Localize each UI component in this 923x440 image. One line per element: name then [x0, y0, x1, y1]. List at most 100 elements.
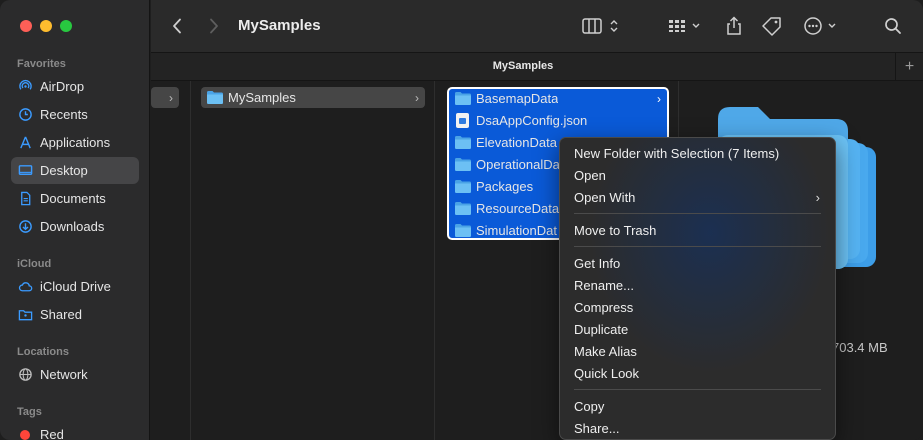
group-button[interactable]: [667, 14, 705, 38]
new-tab-button[interactable]: +: [895, 53, 923, 81]
sidebar-item-label: AirDrop: [40, 79, 85, 94]
sidebar-item-desktop[interactable]: Desktop: [11, 157, 139, 184]
finder-window: Favorites AirDrop Recents Applications D…: [0, 0, 923, 440]
sidebar-item-documents[interactable]: Documents: [11, 185, 139, 212]
list-item[interactable]: ›: [151, 87, 179, 108]
desktop-icon: [17, 163, 33, 179]
folder-icon: [455, 202, 471, 215]
close-window-button[interactable]: [20, 20, 32, 32]
sidebar-section-favorites: Favorites: [17, 58, 66, 70]
toolbar: MySamples: [151, 0, 923, 52]
menu-item-get-info[interactable]: Get Info: [565, 252, 830, 274]
sidebar-item-recents[interactable]: Recents: [11, 101, 139, 128]
menu-item-open-with[interactable]: Open With ›: [565, 186, 830, 208]
column-parent: ›: [151, 81, 191, 440]
column-view-icon: [582, 18, 618, 34]
sidebar-item-label: Downloads: [40, 219, 105, 234]
forward-button[interactable]: [206, 14, 222, 38]
airdrop-icon: [17, 79, 33, 95]
menu-item-rename[interactable]: Rename...: [565, 274, 830, 296]
search-icon: [885, 18, 901, 34]
sidebar-item-label: Recents: [40, 107, 88, 122]
menu-item-share[interactable]: Share...: [565, 417, 830, 439]
sidebar-item-label: Documents: [40, 191, 106, 206]
menu-separator: [574, 246, 821, 247]
menu-item-compress[interactable]: Compress: [565, 296, 830, 318]
list-item[interactable]: BasemapData ›: [449, 88, 667, 109]
folder-icon: [455, 136, 471, 149]
back-button[interactable]: [169, 14, 185, 38]
sidebar-item-tag-red[interactable]: Red: [11, 421, 139, 440]
item-name: MySamples: [228, 90, 296, 105]
menu-separator: [574, 389, 821, 390]
share-icon: [727, 16, 741, 35]
clock-icon: [17, 107, 33, 123]
preview-size-label: 703.4 MB: [832, 340, 888, 355]
menu-item-label: Open With: [574, 189, 636, 205]
search-button[interactable]: [883, 14, 903, 38]
sidebar-section-icloud: iCloud: [17, 258, 52, 270]
item-name: DsaAppConfig.json: [476, 113, 588, 128]
menu-item-move-to-trash[interactable]: Move to Trash: [565, 219, 830, 241]
share-button[interactable]: [724, 14, 744, 38]
zoom-window-button[interactable]: [60, 20, 72, 32]
sidebar-item-label: Network: [40, 367, 88, 382]
sidebar: Favorites AirDrop Recents Applications D…: [0, 0, 150, 440]
sidebar-item-icloud-drive[interactable]: iCloud Drive: [11, 273, 139, 300]
tab-mysamples[interactable]: MySamples: [151, 60, 895, 72]
window-title: MySamples: [238, 17, 321, 34]
sidebar-item-applications[interactable]: Applications: [11, 129, 139, 156]
sidebar-item-label: Applications: [40, 135, 111, 150]
menu-item-copy[interactable]: Copy: [565, 395, 830, 417]
chevron-left-icon: [173, 18, 181, 34]
sidebar-item-label: Shared: [40, 307, 82, 322]
menu-item-duplicate[interactable]: Duplicate: [565, 318, 830, 340]
menu-separator: [574, 213, 821, 214]
folder-icon: [455, 158, 471, 171]
document-icon: [17, 191, 33, 207]
item-name: SimulationDat: [476, 223, 557, 238]
sidebar-item-downloads[interactable]: Downloads: [11, 213, 139, 240]
chevron-right-icon: ›: [415, 90, 419, 105]
grid-icon: [669, 20, 700, 32]
cloud-icon: [17, 279, 33, 295]
submenu-chevron-icon: ›: [815, 189, 820, 205]
network-icon: [17, 367, 33, 383]
menu-item-open[interactable]: Open: [565, 164, 830, 186]
sidebar-item-label: iCloud Drive: [40, 279, 111, 294]
sidebar-item-label: Red: [40, 427, 64, 440]
view-mode-button[interactable]: [581, 14, 621, 38]
list-item[interactable]: DsaAppConfig.json: [449, 110, 667, 131]
list-item[interactable]: MySamples ›: [201, 87, 425, 108]
tags-button[interactable]: [761, 14, 783, 38]
red-tag-dot-icon: [20, 429, 30, 440]
item-name: Packages: [476, 179, 534, 194]
item-name: ResourceData: [476, 201, 560, 216]
item-name: BasemapData: [476, 91, 559, 106]
menu-item-make-alias[interactable]: Make Alias: [565, 340, 830, 362]
window-controls: [20, 20, 72, 32]
sidebar-item-airdrop[interactable]: AirDrop: [11, 73, 139, 100]
item-name: ElevationData: [476, 135, 557, 150]
tag-icon: [762, 17, 781, 36]
chevron-right-icon: ›: [169, 90, 173, 105]
shared-folder-icon: [17, 307, 33, 323]
download-icon: [17, 219, 33, 235]
minimize-window-button[interactable]: [40, 20, 52, 32]
chevron-right-icon: [210, 18, 218, 34]
ellipsis-circle-icon: [804, 17, 836, 35]
folder-icon: [455, 224, 471, 237]
sidebar-item-label: Desktop: [40, 163, 88, 178]
sidebar-item-shared[interactable]: Shared: [11, 301, 139, 328]
sidebar-item-network[interactable]: Network: [11, 361, 139, 388]
folder-icon: [207, 91, 223, 104]
json-file-icon: [456, 113, 469, 128]
chevron-right-icon: ›: [657, 91, 661, 106]
applications-icon: [17, 135, 33, 151]
menu-item-quick-look[interactable]: Quick Look: [565, 362, 830, 384]
column-current: MySamples ›: [192, 81, 435, 440]
menu-item-new-folder-with-selection[interactable]: New Folder with Selection (7 Items): [565, 142, 830, 164]
folder-icon: [455, 92, 471, 105]
context-menu: New Folder with Selection (7 Items) Open…: [559, 137, 836, 440]
more-actions-button[interactable]: [803, 14, 841, 38]
